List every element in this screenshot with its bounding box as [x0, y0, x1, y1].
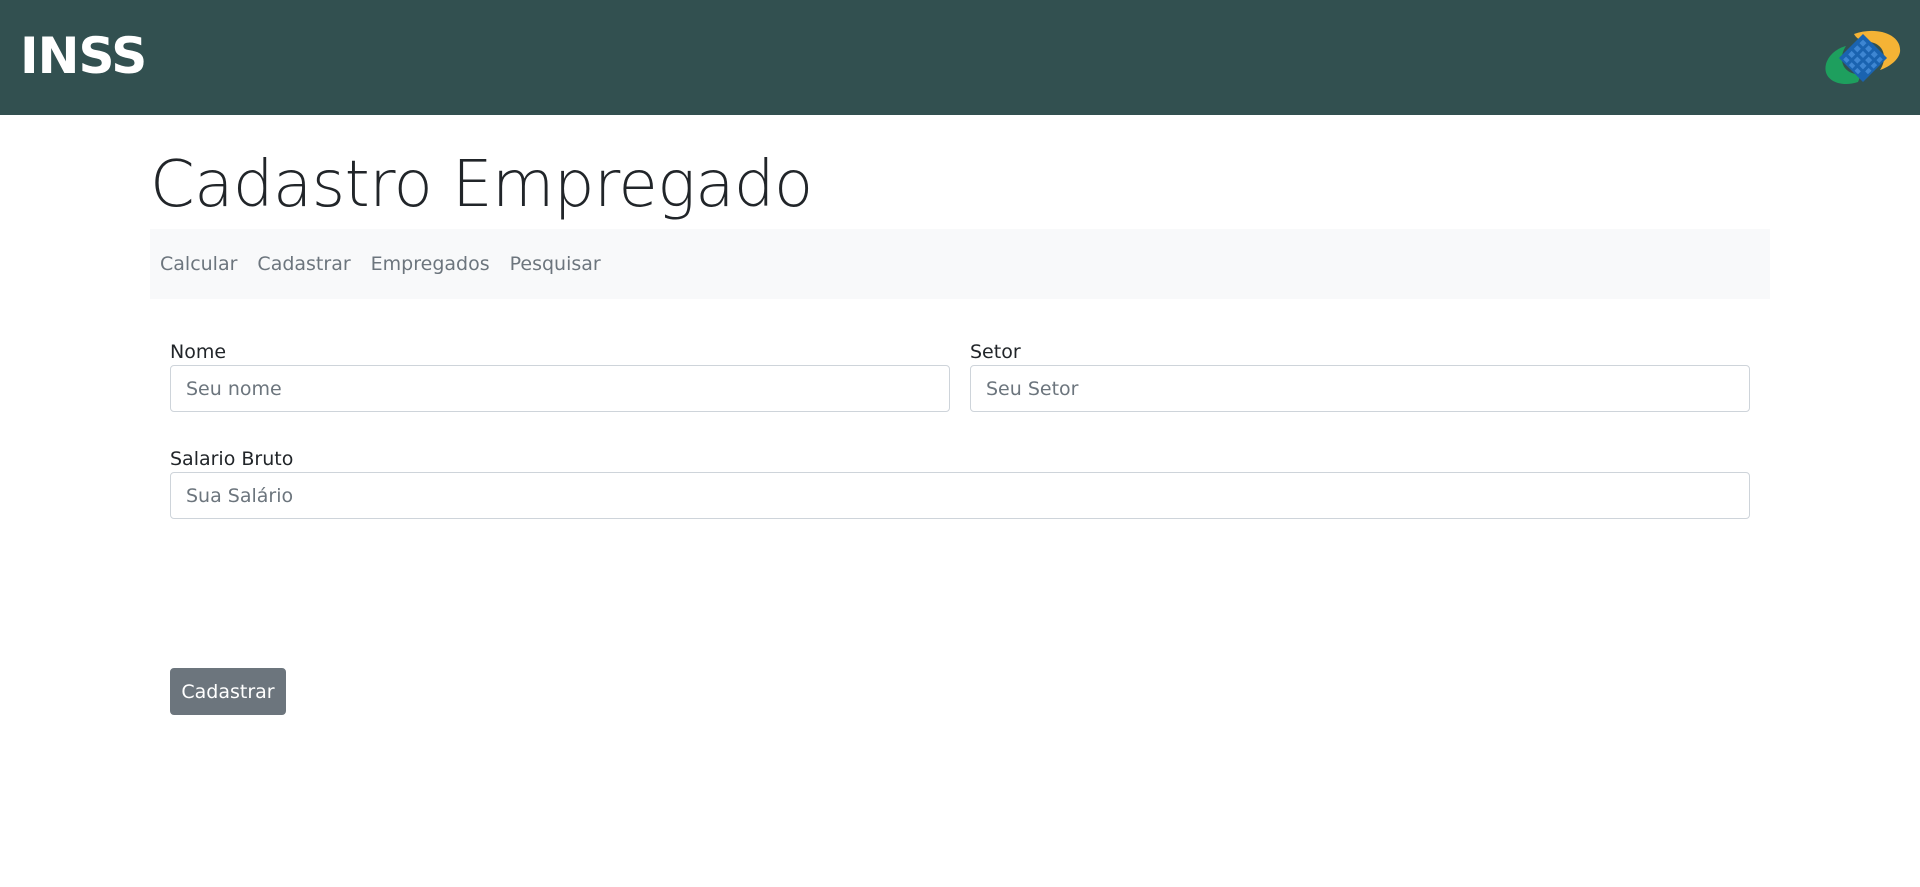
nome-label: Nome [170, 341, 227, 363]
nav-link-pesquisar[interactable]: Pesquisar [510, 253, 601, 275]
brand-title[interactable]: INSS [20, 26, 147, 86]
cadastrar-button[interactable]: Cadastrar [170, 668, 286, 715]
setor-label: Setor [970, 341, 1021, 363]
top-header: INSS [0, 0, 1920, 115]
page-title: Cadastro Empregado [150, 148, 813, 222]
nav-link-cadastrar[interactable]: Cadastrar [257, 253, 350, 275]
nome-input[interactable] [170, 365, 950, 412]
inss-logo-icon [1825, 30, 1901, 84]
nav-link-calcular[interactable]: Calcular [160, 253, 237, 275]
nav-link-empregados[interactable]: Empregados [371, 253, 490, 275]
salario-input[interactable] [170, 472, 1750, 519]
setor-input[interactable] [970, 365, 1750, 412]
nav-bar: Calcular Cadastrar Empregados Pesquisar [150, 229, 1770, 299]
salario-label: Salario Bruto [170, 448, 294, 470]
